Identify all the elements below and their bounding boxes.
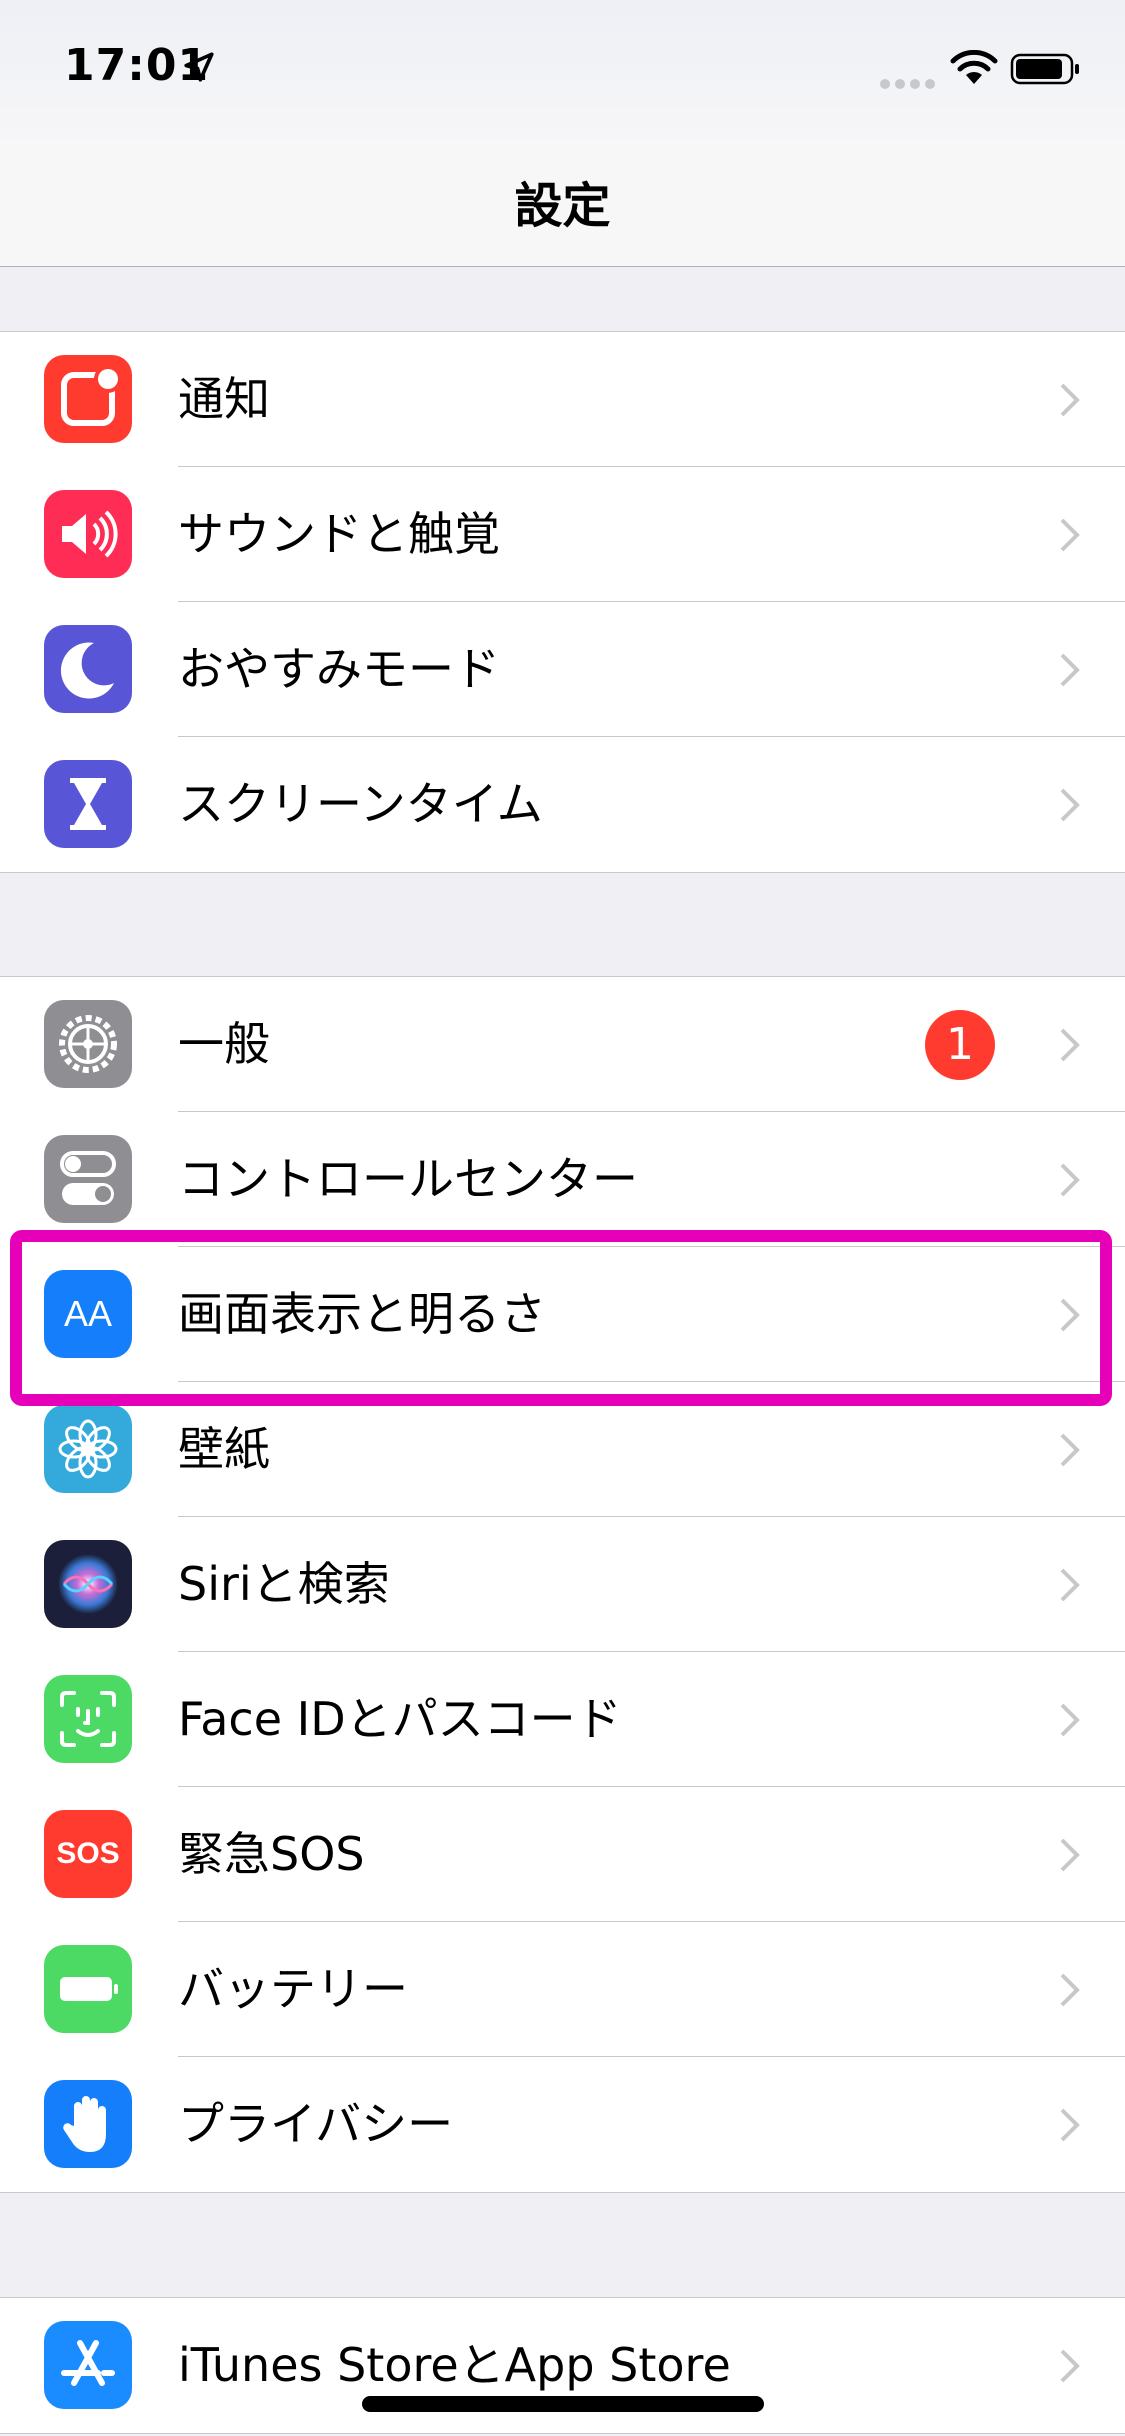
settings-group-1: 通知 サウンドと触覚 おやすみモード スクリーンタイム [0,331,1125,873]
row-label: Face IDとパスコード [178,1692,622,1746]
row-control-center[interactable]: コントロールセンター [0,1112,1125,1247]
row-battery[interactable]: バッテリー [0,1922,1125,2057]
chevron-right-icon [1060,1433,1080,1467]
row-label: プライバシー [178,2097,454,2151]
notifications-icon [44,355,132,443]
siri-icon [44,1540,132,1628]
chevron-right-icon [1060,1703,1080,1737]
hand-icon [44,2080,132,2168]
sos-icon: SOS [44,1810,132,1898]
battery-icon [44,1945,132,2033]
wallpaper-flower-icon [44,1405,132,1493]
row-label: iTunes StoreとApp Store [178,2338,731,2392]
notification-badge: 1 [925,1010,995,1080]
chevron-right-icon [1060,2349,1080,2383]
chevron-right-icon [1060,1028,1080,1062]
row-privacy[interactable]: プライバシー [0,2057,1125,2192]
row-itunes-app-store[interactable]: iTunes StoreとApp Store [0,2298,1125,2433]
row-label: 壁紙 [178,1422,270,1476]
row-label: サウンドと触覚 [178,507,500,561]
navigation-bar: 設定 [0,140,1125,267]
chevron-right-icon [1060,2108,1080,2142]
row-label: 緊急SOS [178,1827,365,1881]
signal-dots-icon [880,74,940,93]
gear-icon [44,1000,132,1088]
battery-status-icon [1010,53,1079,85]
row-label: 画面表示と明るさ [178,1287,546,1341]
row-siri-search[interactable]: Siriと検索 [0,1517,1125,1652]
chevron-right-icon [1060,653,1080,687]
chevron-right-icon [1060,788,1080,822]
chevron-right-icon [1060,1568,1080,1602]
home-indicator[interactable] [362,2396,764,2412]
row-label: スクリーンタイム [178,777,543,831]
hourglass-icon [44,760,132,848]
row-label: バッテリー [178,1962,408,2016]
row-label: 一般 [178,1017,270,1071]
settings-group-3: iTunes StoreとApp Store [0,2297,1125,2434]
row-general[interactable]: 一般 1 [0,977,1125,1112]
chevron-right-icon [1060,518,1080,552]
app-store-icon [44,2321,132,2409]
row-label: コントロールセンター [178,1152,638,1206]
row-screen-time[interactable]: スクリーンタイム [0,737,1125,872]
chevron-right-icon [1060,1838,1080,1872]
row-sounds[interactable]: サウンドと触覚 [0,467,1125,602]
display-aa-icon: AA [44,1270,132,1358]
row-label: 通知 [178,372,270,426]
sounds-icon [44,490,132,578]
chevron-right-icon [1060,383,1080,417]
chevron-right-icon [1060,1163,1080,1197]
icon-text: AA [63,1293,113,1334]
row-face-id-passcode[interactable]: Face IDとパスコード [0,1652,1125,1787]
row-label: Siriと検索 [178,1557,390,1611]
chevron-right-icon [1060,1973,1080,2007]
row-wallpaper[interactable]: 壁紙 [0,1382,1125,1517]
location-arrow-icon [184,52,214,82]
face-id-icon [44,1675,132,1763]
moon-icon [44,625,132,713]
status-bar: 17:01 [0,0,1125,140]
settings-group-2: 一般 1 コントロールセンター AA 画面表示と明るさ 壁紙 Siriと検索 F… [0,976,1125,2193]
page-title: 設定 [514,178,611,234]
toggles-icon [44,1135,132,1223]
row-notifications[interactable]: 通知 [0,332,1125,467]
row-display-brightness[interactable]: AA 画面表示と明るさ [0,1247,1125,1382]
chevron-right-icon [1060,1298,1080,1332]
icon-text: SOS [56,1837,120,1870]
row-do-not-disturb[interactable]: おやすみモード [0,602,1125,737]
row-label: おやすみモード [178,642,500,696]
row-emergency-sos[interactable]: SOS 緊急SOS [0,1787,1125,1922]
wifi-icon [950,50,998,84]
